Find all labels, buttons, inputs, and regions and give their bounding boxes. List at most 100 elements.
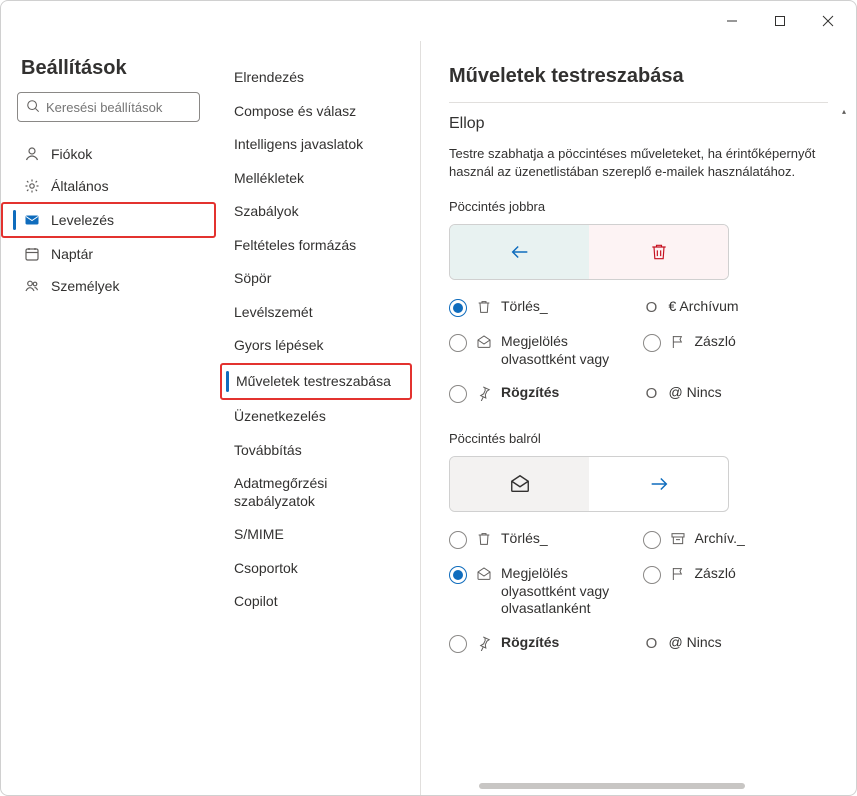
subnav-layout[interactable]: Elrendezés — [220, 61, 412, 95]
opt-label: Rögzítés — [501, 634, 635, 652]
opt-label: Zászló — [695, 333, 829, 351]
swipe-right-label: Pöccintés jobbra — [449, 199, 828, 214]
opt-left-pin[interactable]: Rögzítés — [449, 634, 635, 653]
radio-icon: O — [643, 299, 661, 317]
subnav-forwarding[interactable]: Továbbítás — [220, 434, 412, 468]
sidebar-item-label: Általános — [51, 178, 109, 194]
subnav-list: Elrendezés Compose és válasz Intelligens… — [216, 61, 420, 619]
opt-label: @ Nincs — [669, 384, 829, 402]
section-title: Ellop — [449, 115, 828, 133]
archive-icon — [669, 531, 687, 547]
radio-icon — [643, 334, 661, 352]
opt-label: € Archívum — [669, 298, 829, 316]
section-description: Testre szabhatja a pöccintéses műveletek… — [449, 145, 828, 181]
sidebar-item-people[interactable]: Személyek — [1, 270, 216, 302]
mail-icon — [23, 212, 41, 228]
settings-nav: Fiókok Általános Levelezés — [1, 134, 216, 306]
search-icon — [26, 99, 40, 116]
sidebar-item-accounts[interactable]: Fiókok — [1, 138, 216, 170]
subnav-message-handling[interactable]: Üzenetkezelés — [220, 400, 412, 434]
swipe-left-options: Törlés_ Archív._ Megjelölés olyasottként… — [449, 530, 828, 653]
opt-right-delete[interactable]: Törlés_ — [449, 298, 635, 317]
opt-label: Zászló — [695, 565, 829, 583]
subnav-customize-actions[interactable]: Műveletek testreszabása — [220, 363, 412, 401]
gear-icon — [23, 178, 41, 194]
sidebar-item-label: Levelezés — [51, 212, 114, 228]
content-area: Beállítások Fiókok — [1, 41, 856, 795]
scrollbar-thumb[interactable] — [479, 783, 744, 789]
swipe-left-preview — [449, 456, 729, 512]
radio-icon — [449, 385, 467, 403]
sidebar-item-label: Naptár — [51, 246, 93, 262]
opt-left-none[interactable]: O @ Nincs — [643, 634, 829, 653]
titlebar — [1, 1, 856, 41]
close-button[interactable] — [808, 5, 848, 37]
swipe-left-preview-action — [589, 457, 728, 511]
opt-left-delete[interactable]: Törlés_ — [449, 530, 635, 549]
subnav-conditional[interactable]: Feltételes formázás — [220, 229, 412, 263]
calendar-icon — [23, 246, 41, 262]
subnav-quicksteps[interactable]: Gyors lépések — [220, 329, 412, 363]
radio-icon — [449, 334, 467, 352]
settings-title: Beállítások — [1, 57, 216, 92]
horizontal-scrollbar[interactable] — [449, 783, 828, 789]
opt-right-flag[interactable]: Zászló — [643, 333, 829, 368]
radio-icon — [449, 531, 467, 549]
subnav-suggestions[interactable]: Intelligens javaslatok — [220, 128, 412, 162]
swipe-left-preview-read — [450, 457, 589, 511]
settings-sidebar: Beállítások Fiókok — [1, 41, 216, 795]
subnav-groups[interactable]: Csoportok — [220, 552, 412, 586]
radio-icon — [449, 635, 467, 653]
flag-icon — [669, 566, 687, 582]
subnav-retention[interactable]: Adatmegőrzési szabályzatok — [220, 467, 412, 518]
radio-icon: O — [643, 385, 661, 403]
mail-read-icon — [475, 334, 493, 350]
opt-label: Törlés_ — [501, 298, 635, 316]
opt-left-markread[interactable]: Megjelölés olyasottként vagy olvasatlank… — [449, 565, 635, 618]
opt-label: Megjelölés olyasottként vagy olvasatlank… — [501, 565, 635, 618]
radio-icon: O — [643, 635, 661, 653]
mail-subnav: Elrendezés Compose és válasz Intelligens… — [216, 41, 421, 795]
sidebar-item-calendar[interactable]: Naptár — [1, 238, 216, 270]
radio-icon — [643, 531, 661, 549]
settings-window: Beállítások Fiókok — [0, 0, 857, 796]
search-input[interactable] — [46, 100, 222, 115]
subnav-copilot[interactable]: Copilot — [220, 585, 412, 619]
opt-label: Archív._ — [695, 530, 829, 548]
sidebar-item-general[interactable]: Általános — [1, 170, 216, 202]
opt-label: @ Nincs — [669, 634, 829, 652]
opt-right-pin[interactable]: Rögzítés — [449, 384, 635, 403]
swipe-right-preview-action — [450, 225, 589, 279]
page-title: Műveletek testreszabása — [421, 41, 856, 102]
opt-left-archive[interactable]: Archív._ — [643, 530, 829, 549]
subnav-rules[interactable]: Szabályok — [220, 195, 412, 229]
radio-icon — [449, 299, 467, 317]
opt-right-markread[interactable]: Megjelölés olvasottként vagy — [449, 333, 635, 368]
pin-icon — [475, 635, 493, 651]
sidebar-item-mail[interactable]: Levelezés — [1, 202, 216, 238]
opt-left-flag[interactable]: Zászló — [643, 565, 829, 618]
flag-icon — [669, 334, 687, 350]
subnav-compose[interactable]: Compose és válasz — [220, 95, 412, 129]
minimize-button[interactable] — [712, 5, 752, 37]
maximize-button[interactable] — [760, 5, 800, 37]
swipe-right-options: Törlés_ O € Archívum Megjelölés olvasott… — [449, 298, 828, 403]
opt-right-archive[interactable]: O € Archívum — [643, 298, 829, 317]
opt-label: Rögzítés — [501, 384, 635, 402]
swipe-right-preview-delete — [589, 225, 728, 279]
radio-icon — [643, 566, 661, 584]
search-input-wrap[interactable] — [17, 92, 200, 122]
swipe-left-label: Pöccintés balról — [449, 431, 828, 446]
subnav-junk[interactable]: Levélszemét — [220, 296, 412, 330]
person-icon — [23, 146, 41, 162]
subnav-attachments[interactable]: Mellékletek — [220, 162, 412, 196]
delete-icon — [475, 299, 493, 315]
opt-right-none[interactable]: O @ Nincs — [643, 384, 829, 403]
swipe-right-preview — [449, 224, 729, 280]
subnav-smime[interactable]: S/MIME — [220, 518, 412, 552]
subnav-sweep[interactable]: Söpör — [220, 262, 412, 296]
detail-panel: Műveletek testreszabása ▴ Ellop Testre s… — [421, 41, 856, 795]
people-icon — [23, 278, 41, 294]
radio-icon — [449, 566, 467, 584]
opt-label: Megjelölés olvasottként vagy — [501, 333, 635, 368]
